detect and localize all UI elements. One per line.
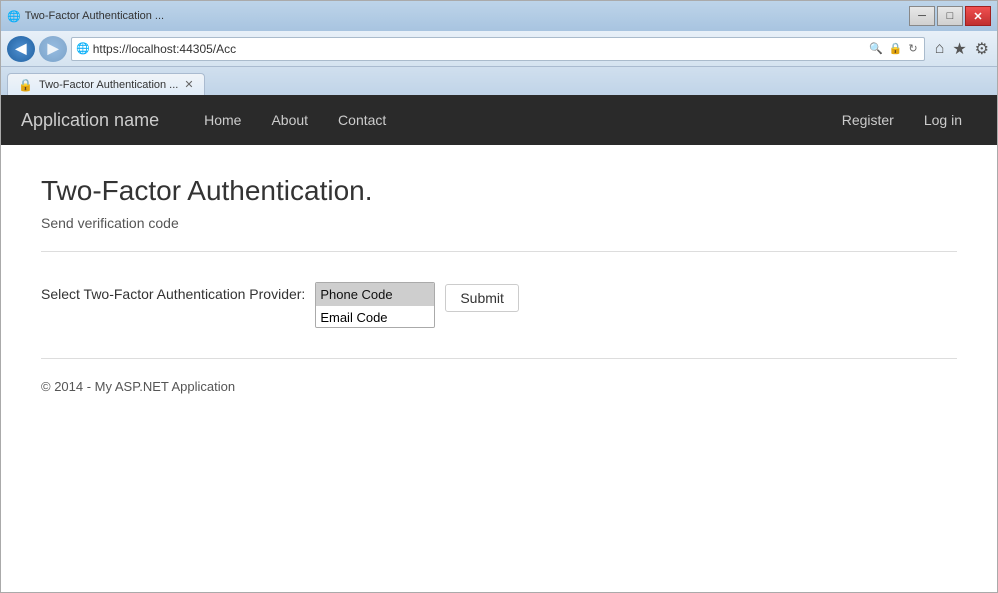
nav-link-home[interactable]: Home xyxy=(189,95,256,145)
provider-option-phone[interactable]: Phone Code xyxy=(316,283,434,306)
active-tab[interactable]: 🔒 Two-Factor Authentication ... ✕ xyxy=(7,73,205,95)
titlebar: 🌐 Two-Factor Authentication ... ─ □ ✕ xyxy=(1,1,997,31)
divider-bottom xyxy=(41,358,957,359)
tab-favicon-icon: 🌐 xyxy=(7,10,21,23)
provider-select[interactable]: Phone Code Email Code xyxy=(315,282,435,328)
tab-close-button[interactable]: ✕ xyxy=(184,78,193,91)
home-button[interactable]: ⌂ xyxy=(933,38,947,60)
titlebar-left: 🌐 Two-Factor Authentication ... xyxy=(7,10,164,23)
favorites-button[interactable]: ★ xyxy=(950,37,968,61)
provider-option-email[interactable]: Email Code xyxy=(316,306,434,328)
tab-favicon-icon: 🔒 xyxy=(18,78,33,92)
nav-link-register[interactable]: Register xyxy=(827,95,909,145)
address-bar[interactable] xyxy=(93,42,864,56)
provider-label: Select Two-Factor Authentication Provide… xyxy=(41,282,305,302)
nav-link-about[interactable]: About xyxy=(256,95,323,145)
maximize-button[interactable]: □ xyxy=(937,6,963,26)
nav-brand[interactable]: Application name xyxy=(21,110,159,131)
nav-right: Register Log in xyxy=(827,95,977,145)
close-button[interactable]: ✕ xyxy=(965,6,991,26)
settings-button[interactable]: ⚙ xyxy=(973,37,991,61)
page-subtitle: Send verification code xyxy=(41,215,957,231)
app-navbar: Application name Home About Contact Regi… xyxy=(1,95,997,145)
search-button[interactable]: 🔍 xyxy=(867,42,885,55)
browser-actions: ⌂ ★ ⚙ xyxy=(933,37,991,61)
nav-links: Home About Contact xyxy=(189,95,401,145)
window: 🌐 Two-Factor Authentication ... ─ □ ✕ ◀ … xyxy=(0,0,998,593)
window-controls: ─ □ ✕ xyxy=(909,6,991,26)
forward-button[interactable]: ▶ xyxy=(39,36,67,62)
address-bar-actions: 🔍 🔒 ↻ xyxy=(867,42,920,55)
footer-text: © 2014 - My ASP.NET Application xyxy=(41,379,957,394)
provider-form-row: Select Two-Factor Authentication Provide… xyxy=(41,282,957,328)
main-content: Two-Factor Authentication. Send verifica… xyxy=(1,145,997,592)
tab-title-label: Two-Factor Authentication ... xyxy=(39,79,178,91)
tab-title: Two-Factor Authentication ... xyxy=(25,10,164,22)
address-bar-container: 🌐 🔍 🔒 ↻ xyxy=(71,37,925,61)
browser-toolbar: ◀ ▶ 🌐 🔍 🔒 ↻ ⌂ ★ ⚙ xyxy=(1,31,997,67)
submit-button[interactable]: Submit xyxy=(445,284,519,312)
nav-link-contact[interactable]: Contact xyxy=(323,95,401,145)
lock-icon[interactable]: 🔒 xyxy=(887,42,905,55)
divider-top xyxy=(41,251,957,252)
refresh-button[interactable]: ↻ xyxy=(906,42,919,55)
page-title: Two-Factor Authentication. xyxy=(41,175,957,207)
page-icon: 🌐 xyxy=(76,42,90,55)
back-button[interactable]: ◀ xyxy=(7,36,35,62)
tab-bar: 🔒 Two-Factor Authentication ... ✕ xyxy=(1,67,997,95)
nav-link-login[interactable]: Log in xyxy=(909,95,977,145)
minimize-button[interactable]: ─ xyxy=(909,6,935,26)
